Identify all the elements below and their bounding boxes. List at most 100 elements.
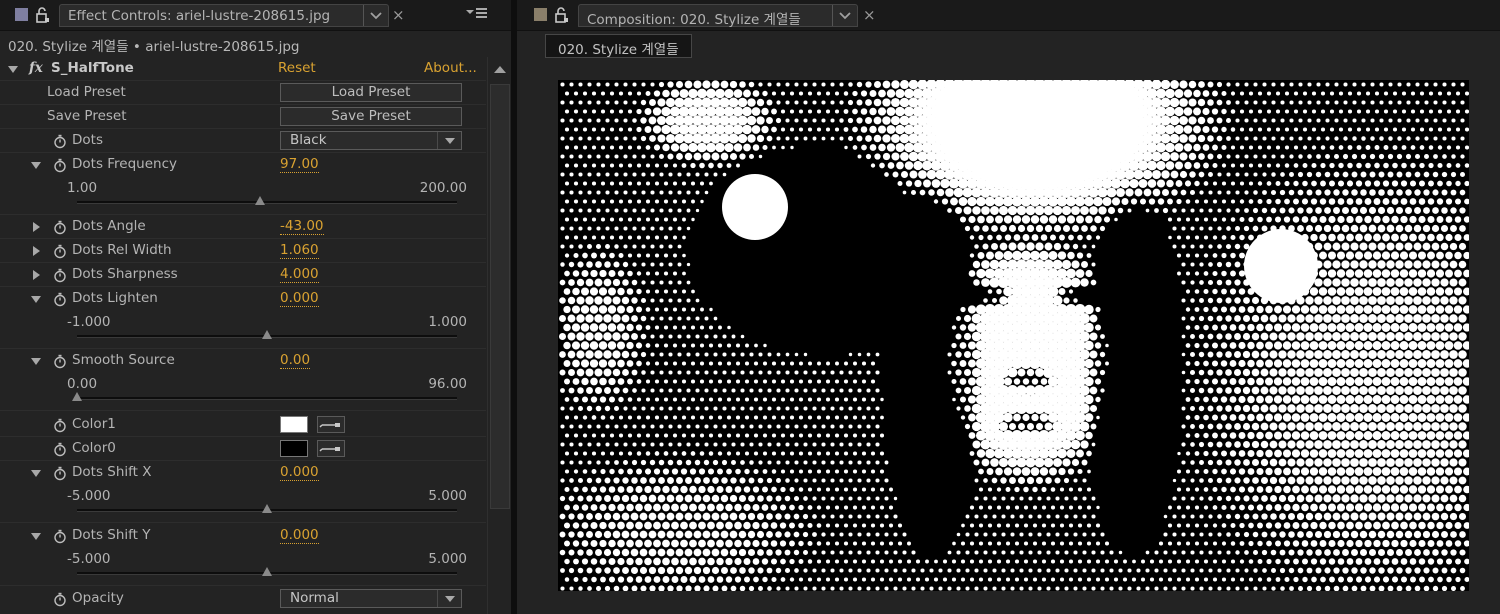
stopwatch-icon[interactable]: [53, 220, 67, 235]
vertical-scrollbar[interactable]: [487, 57, 511, 614]
smooth-source-max: 96.00: [428, 376, 467, 392]
about-link[interactable]: About...: [424, 60, 477, 76]
dots-rel-width-row: Dots Rel Width 1.060: [0, 239, 486, 263]
dots-lighten-value[interactable]: 0.000: [280, 290, 319, 307]
tab-effect-controls[interactable]: Effect Controls: ariel-lustre-208615.jpg: [59, 4, 389, 27]
dots-shift-y-value[interactable]: 0.000: [280, 527, 319, 544]
dots-row: Dots Black: [0, 129, 486, 153]
eyedropper-icon[interactable]: [317, 416, 345, 433]
dots-angle-value[interactable]: -43.00: [280, 218, 324, 235]
effect-controls-subtitle: 020. Stylize 계열들 • ariel-lustre-208615.j…: [0, 31, 511, 57]
comp-color-swatch-icon[interactable]: [534, 8, 547, 21]
load-preset-button[interactable]: Load Preset: [280, 83, 462, 102]
scroll-up-arrow-icon[interactable]: [494, 66, 506, 73]
dots-lighten-slider-handle[interactable]: [262, 330, 272, 339]
dots-lighten-row: Dots Lighten 0.000 -1.000 1.000: [0, 287, 486, 349]
effect-name: S_HalfTone: [51, 60, 134, 76]
close-icon[interactable]: ×: [392, 6, 405, 24]
dots-lighten-max: 1.000: [428, 314, 467, 330]
smooth-source-slider[interactable]: [77, 397, 457, 400]
dots-shift-y-slider-handle[interactable]: [262, 567, 272, 576]
stopwatch-icon[interactable]: [53, 592, 67, 607]
chevron-down-icon[interactable]: [437, 590, 461, 607]
opacity-select-value: Normal: [290, 590, 339, 606]
tab-composition-label: Composition: 020. Stylize 계열들: [587, 12, 801, 28]
dots-rel-width-value[interactable]: 1.060: [280, 242, 319, 259]
dots-shift-x-slider-handle[interactable]: [262, 504, 272, 513]
tab-effect-controls-label: Effect Controls: ariel-lustre-208615.jpg: [68, 8, 331, 24]
stopwatch-icon[interactable]: [53, 134, 67, 149]
twirl-triangle-icon[interactable]: [31, 162, 41, 169]
twirl-triangle-icon[interactable]: [31, 533, 41, 540]
color0-row: Color0: [0, 437, 486, 461]
dots-shift-x-min: -5.000: [67, 488, 111, 504]
stopwatch-icon[interactable]: [53, 244, 67, 259]
color1-label: Color1: [72, 416, 116, 432]
color1-row: Color1: [0, 413, 486, 437]
dots-frequency-row: Dots Frequency 97.00 1.00 200.00: [0, 153, 486, 215]
opacity-label: Opacity: [72, 590, 124, 606]
fx-icon[interactable]: fx: [29, 60, 43, 76]
stopwatch-icon[interactable]: [53, 268, 67, 283]
stopwatch-icon[interactable]: [53, 466, 67, 481]
twirl-triangle-icon[interactable]: [33, 270, 40, 280]
dots-frequency-value[interactable]: 97.00: [280, 156, 319, 173]
lock-icon[interactable]: [555, 7, 569, 23]
chevron-down-icon[interactable]: [437, 132, 461, 149]
effect-properties-list: fx S_HalfTone Reset About... Load Preset…: [0, 57, 486, 614]
dots-label: Dots: [72, 132, 103, 148]
dots-shift-y-row: Dots Shift Y 0.000 -5.000 5.000: [0, 524, 486, 586]
smooth-source-value[interactable]: 0.00: [280, 352, 311, 369]
chevron-down-icon[interactable]: [363, 5, 388, 26]
lock-icon[interactable]: [36, 7, 50, 23]
stopwatch-icon[interactable]: [53, 442, 67, 457]
color1-swatch[interactable]: [280, 416, 308, 433]
save-preset-button[interactable]: Save Preset: [280, 107, 462, 126]
opacity-row: Opacity Normal: [0, 587, 486, 611]
stopwatch-icon[interactable]: [53, 354, 67, 369]
eyedropper-icon[interactable]: [317, 440, 345, 457]
dots-shift-x-max: 5.000: [428, 488, 467, 504]
twirl-triangle-icon[interactable]: [33, 222, 40, 232]
effect-header-row[interactable]: fx S_HalfTone Reset About...: [0, 57, 486, 81]
dots-sharpness-label: Dots Sharpness: [72, 266, 178, 282]
close-icon[interactable]: ×: [863, 6, 876, 24]
dots-angle-label: Dots Angle: [72, 218, 146, 234]
composition-viewer[interactable]: [558, 80, 1469, 591]
tab-composition[interactable]: Composition: 020. Stylize 계열들: [578, 4, 858, 28]
stopwatch-icon[interactable]: [53, 529, 67, 544]
twirl-triangle-icon[interactable]: [8, 66, 18, 73]
load-preset-row: Load Preset Load Preset: [0, 81, 486, 105]
dots-shift-y-label: Dots Shift Y: [72, 527, 151, 543]
twirl-triangle-icon[interactable]: [33, 246, 40, 256]
dots-lighten-min: -1.000: [67, 314, 111, 330]
dots-frequency-slider[interactable]: [77, 201, 457, 204]
smooth-source-slider-handle[interactable]: [72, 392, 82, 401]
halftone-preview-image: [558, 80, 1469, 591]
opacity-select[interactable]: Normal: [280, 589, 462, 608]
panel-menu-icon[interactable]: [466, 7, 488, 21]
dots-frequency-max: 200.00: [419, 180, 467, 196]
composition-navigator: 020. Stylize 계열들: [517, 31, 1500, 62]
dots-select[interactable]: Black: [280, 131, 462, 150]
stopwatch-icon[interactable]: [53, 292, 67, 307]
twirl-triangle-icon[interactable]: [31, 470, 41, 477]
stopwatch-icon[interactable]: [53, 418, 67, 433]
dots-shift-x-label: Dots Shift X: [72, 464, 152, 480]
chevron-down-icon[interactable]: [832, 5, 857, 26]
reset-link[interactable]: Reset: [278, 60, 316, 76]
dots-frequency-slider-handle[interactable]: [255, 196, 266, 205]
color0-swatch[interactable]: [280, 440, 308, 457]
label-color-swatch-icon[interactable]: [15, 8, 28, 21]
stopwatch-icon[interactable]: [53, 158, 67, 173]
dots-shift-x-value[interactable]: 0.000: [280, 464, 319, 481]
twirl-triangle-icon[interactable]: [31, 296, 41, 303]
dots-shift-y-max: 5.000: [428, 551, 467, 567]
effect-controls-tabbar: Effect Controls: ariel-lustre-208615.jpg…: [0, 0, 511, 31]
scrollbar-thumb[interactable]: [490, 84, 510, 509]
comp-flowchart-tab[interactable]: 020. Stylize 계열들: [545, 34, 692, 58]
dots-sharpness-value[interactable]: 4.000: [280, 266, 319, 283]
twirl-triangle-icon[interactable]: [31, 358, 41, 365]
dots-frequency-min: 1.00: [67, 180, 98, 196]
dots-sharpness-row: Dots Sharpness 4.000: [0, 263, 486, 287]
